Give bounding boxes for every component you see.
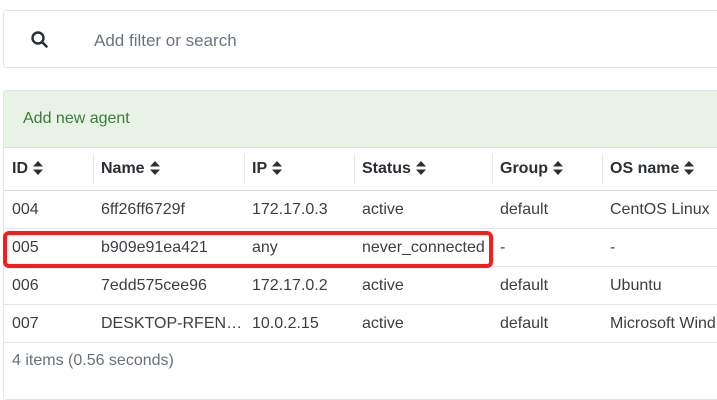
column-header-label: IP [252, 160, 268, 177]
column-header-label: ID [12, 160, 28, 177]
cell-ip: 172.17.0.2 [244, 266, 354, 305]
cell-id: 007 [4, 304, 93, 343]
table-footer: 4 items (0.56 seconds) [4, 343, 717, 379]
search-bar[interactable] [3, 10, 717, 68]
cell-ip: any [244, 228, 354, 267]
cell-name: 6ff26ff6729f [93, 190, 244, 229]
cell-os-name: - [602, 228, 717, 267]
table-row[interactable]: 004 6ff26ff6729f 172.17.0.3 active default Ce… [4, 190, 717, 229]
table-body: 004 6ff26ff6729f 172.17.0.3 active default Ce… [4, 190, 717, 343]
column-header-name[interactable]: Name [93, 148, 244, 191]
cell-id: 004 [4, 190, 93, 229]
column-header-label: Group [500, 160, 548, 177]
sort-icon [684, 161, 695, 175]
agents-panel: Add new agent ID Name IP Status Group OS name… [3, 90, 717, 400]
cell-group: default [492, 304, 602, 343]
cell-os-name: Ubuntu [602, 266, 717, 305]
column-header-ip[interactable]: IP [244, 148, 354, 191]
table-row[interactable]: 005 b909e91ea421 any never_connected - - [4, 228, 717, 267]
column-header-status[interactable]: Status [354, 148, 492, 191]
cell-status: active [354, 266, 492, 305]
cell-ip: 172.17.0.3 [244, 190, 354, 229]
column-header-id[interactable]: ID [4, 148, 93, 191]
cell-ip: 10.0.2.15 [244, 304, 354, 343]
search-input[interactable] [92, 27, 656, 55]
add-new-agent-link[interactable]: Add new agent [4, 91, 717, 148]
cell-os-name: CentOS Linux [602, 190, 717, 229]
column-header-os-name[interactable]: OS name [602, 148, 717, 191]
sort-icon [33, 161, 43, 175]
cell-name: 7edd575cee96 [93, 266, 244, 305]
sort-icon [415, 161, 426, 175]
cell-group: default [492, 190, 602, 229]
items-summary: 4 items (0.56 seconds) [12, 352, 174, 369]
column-header-label: OS name [610, 160, 680, 177]
cell-name: DESKTOP-RFENHB [93, 304, 244, 343]
cell-group: - [492, 228, 602, 267]
cell-status: active [354, 190, 492, 229]
cell-status: never_connected [354, 228, 492, 267]
cell-id: 006 [4, 266, 93, 305]
sort-icon [553, 161, 563, 175]
add-new-agent-label: Add new agent [23, 110, 130, 127]
column-header-group[interactable]: Group [492, 148, 602, 191]
table-row[interactable]: 007 DESKTOP-RFENHB 10.0.2.15 active default M… [4, 304, 717, 343]
cell-id: 005 [4, 228, 93, 267]
search-icon [31, 31, 48, 48]
column-header-label: Status [362, 160, 411, 177]
column-header-label: Name [101, 160, 145, 177]
cell-status: active [354, 304, 492, 343]
cell-os-name: Microsoft Windows [602, 304, 717, 343]
agents-table: ID Name IP Status Group OS name 004 6ff26ff672… [4, 148, 717, 343]
cell-name: b909e91ea421 [93, 228, 244, 267]
cell-group: default [492, 266, 602, 305]
table-row[interactable]: 006 7edd575cee96 172.17.0.2 active default Ub… [4, 266, 717, 305]
sort-icon [272, 161, 283, 175]
table-header-row: ID Name IP Status Group OS name [4, 148, 717, 191]
sort-icon [149, 161, 160, 175]
